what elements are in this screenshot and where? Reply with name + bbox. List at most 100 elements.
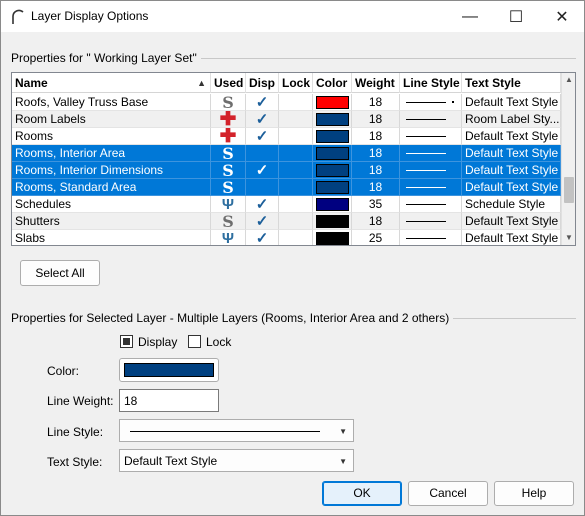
cell-disp[interactable]: ✓ xyxy=(246,128,279,145)
cell-weight[interactable]: 18 xyxy=(352,179,400,196)
cell-text-style[interactable]: Default Text Style xyxy=(462,230,561,245)
cell-name[interactable]: Room Labels xyxy=(12,111,211,128)
cell-color[interactable] xyxy=(313,230,352,245)
cell-lock[interactable] xyxy=(279,128,313,145)
cell-weight[interactable]: 18 xyxy=(352,128,400,145)
scroll-down-icon[interactable]: ▼ xyxy=(562,231,575,245)
grid-vertical-scrollbar[interactable]: ▲ ▼ xyxy=(561,73,575,245)
cell-name[interactable]: Schedules xyxy=(12,196,211,213)
col-header-lock[interactable]: Lock xyxy=(279,73,313,93)
scroll-up-icon[interactable]: ▲ xyxy=(562,73,575,87)
cell-color[interactable] xyxy=(313,111,352,128)
table-row[interactable]: Shutters S ✓ 18 Default Text Style xyxy=(12,213,561,230)
cell-weight[interactable]: 35 xyxy=(352,196,400,213)
cell-text-style[interactable]: Default Text Style xyxy=(462,94,561,111)
cell-weight[interactable]: 18 xyxy=(352,145,400,162)
table-row[interactable]: Rooms ✚ ✓ 18 Default Text Style xyxy=(12,128,561,145)
cell-used[interactable]: ✚ xyxy=(211,128,246,145)
cell-weight[interactable]: 18 xyxy=(352,94,400,111)
col-header-disp[interactable]: Disp xyxy=(246,73,279,93)
col-header-used[interactable]: Used xyxy=(211,73,246,93)
maximize-button[interactable]: ☐ xyxy=(493,1,539,32)
cell-text-style[interactable]: Default Text Style xyxy=(462,179,561,196)
cancel-button[interactable]: Cancel xyxy=(408,481,488,506)
cell-color[interactable] xyxy=(313,213,352,230)
cell-weight[interactable]: 18 xyxy=(352,111,400,128)
color-picker-button[interactable] xyxy=(119,358,219,382)
cell-disp[interactable] xyxy=(246,145,279,162)
cell-used[interactable]: Ψ xyxy=(211,230,246,245)
col-header-weight[interactable]: Weight xyxy=(352,73,400,93)
cell-line-style[interactable] xyxy=(400,162,462,179)
cell-color[interactable] xyxy=(313,128,352,145)
cell-line-style[interactable] xyxy=(400,196,462,213)
cell-weight[interactable]: 25 xyxy=(352,230,400,245)
line-style-dropdown[interactable]: ▼ xyxy=(119,419,354,442)
cell-text-style[interactable]: Default Text Style xyxy=(462,128,561,145)
cell-name[interactable]: Roofs, Valley Truss Base xyxy=(12,94,211,111)
cell-used[interactable]: S xyxy=(211,213,246,230)
cell-text-style[interactable]: Default Text Style xyxy=(462,213,561,230)
help-button[interactable]: Help xyxy=(494,481,574,506)
cell-used[interactable]: S xyxy=(211,162,246,179)
col-header-name[interactable]: Name ▲ xyxy=(12,73,211,93)
cell-disp[interactable]: ✓ xyxy=(246,111,279,128)
cell-color[interactable] xyxy=(313,94,352,111)
cell-used[interactable]: ✚ xyxy=(211,111,246,128)
ok-button[interactable]: OK xyxy=(322,481,402,506)
cell-text-style[interactable]: Room Label Sty... xyxy=(462,111,561,128)
cell-color[interactable] xyxy=(313,145,352,162)
col-header-color[interactable]: Color xyxy=(313,73,352,93)
cell-name[interactable]: Rooms, Interior Area xyxy=(12,145,211,162)
cell-disp[interactable] xyxy=(246,179,279,196)
cell-lock[interactable] xyxy=(279,213,313,230)
cell-lock[interactable] xyxy=(279,179,313,196)
text-style-dropdown[interactable]: Default Text Style ▼ xyxy=(119,449,354,472)
cell-line-style[interactable] xyxy=(400,145,462,162)
scroll-thumb[interactable] xyxy=(564,177,574,203)
cell-name[interactable]: Rooms, Interior Dimensions xyxy=(12,162,211,179)
table-row[interactable]: Schedules Ψ ✓ 35 Schedule Style xyxy=(12,196,561,213)
table-row[interactable]: Rooms, Interior Dimensions S ✓ 18 Default Te… xyxy=(12,162,561,179)
select-all-button[interactable]: Select All xyxy=(20,260,100,286)
table-row[interactable]: Roofs, Valley Truss Base S ✓ 18 Default Text… xyxy=(12,94,561,111)
cell-used[interactable]: S xyxy=(211,145,246,162)
close-button[interactable]: ✕ xyxy=(539,1,585,32)
col-header-text-style[interactable]: Text Style xyxy=(462,73,561,93)
table-row[interactable]: Slabs Ψ ✓ 25 Default Text Style xyxy=(12,230,561,245)
cell-weight[interactable]: 18 xyxy=(352,213,400,230)
cell-disp[interactable]: ✓ xyxy=(246,94,279,111)
cell-name[interactable]: Rooms xyxy=(12,128,211,145)
cell-line-style[interactable] xyxy=(400,94,462,111)
table-row[interactable]: Room Labels ✚ ✓ 18 Room Label Sty... xyxy=(12,111,561,128)
cell-lock[interactable] xyxy=(279,145,313,162)
table-row[interactable]: Rooms, Interior Area S 18 Default Text Styl… xyxy=(12,145,561,162)
cell-disp[interactable]: ✓ xyxy=(246,213,279,230)
display-checkbox[interactable] xyxy=(120,335,133,348)
cell-lock[interactable] xyxy=(279,230,313,245)
cell-color[interactable] xyxy=(313,196,352,213)
cell-used[interactable]: Ψ xyxy=(211,196,246,213)
cell-text-style[interactable]: Default Text Style xyxy=(462,145,561,162)
cell-lock[interactable] xyxy=(279,162,313,179)
cell-name[interactable]: Shutters xyxy=(12,213,211,230)
cell-lock[interactable] xyxy=(279,111,313,128)
cell-line-style[interactable] xyxy=(400,213,462,230)
cell-line-style[interactable] xyxy=(400,230,462,245)
cell-color[interactable] xyxy=(313,162,352,179)
table-row[interactable]: Rooms, Standard Area S 18 Default Text Styl… xyxy=(12,179,561,196)
cell-text-style[interactable]: Default Text Style xyxy=(462,162,561,179)
cell-name[interactable]: Slabs xyxy=(12,230,211,245)
lock-checkbox[interactable] xyxy=(188,335,201,348)
cell-disp[interactable]: ✓ xyxy=(246,162,279,179)
cell-used[interactable]: S xyxy=(211,94,246,111)
cell-name[interactable]: Rooms, Standard Area xyxy=(12,179,211,196)
cell-weight[interactable]: 18 xyxy=(352,162,400,179)
cell-text-style[interactable]: Schedule Style xyxy=(462,196,561,213)
cell-disp[interactable]: ✓ xyxy=(246,196,279,213)
cell-line-style[interactable] xyxy=(400,128,462,145)
line-weight-input[interactable]: 18 xyxy=(119,389,219,412)
cell-used[interactable]: S xyxy=(211,179,246,196)
cell-lock[interactable] xyxy=(279,94,313,111)
cell-color[interactable] xyxy=(313,179,352,196)
